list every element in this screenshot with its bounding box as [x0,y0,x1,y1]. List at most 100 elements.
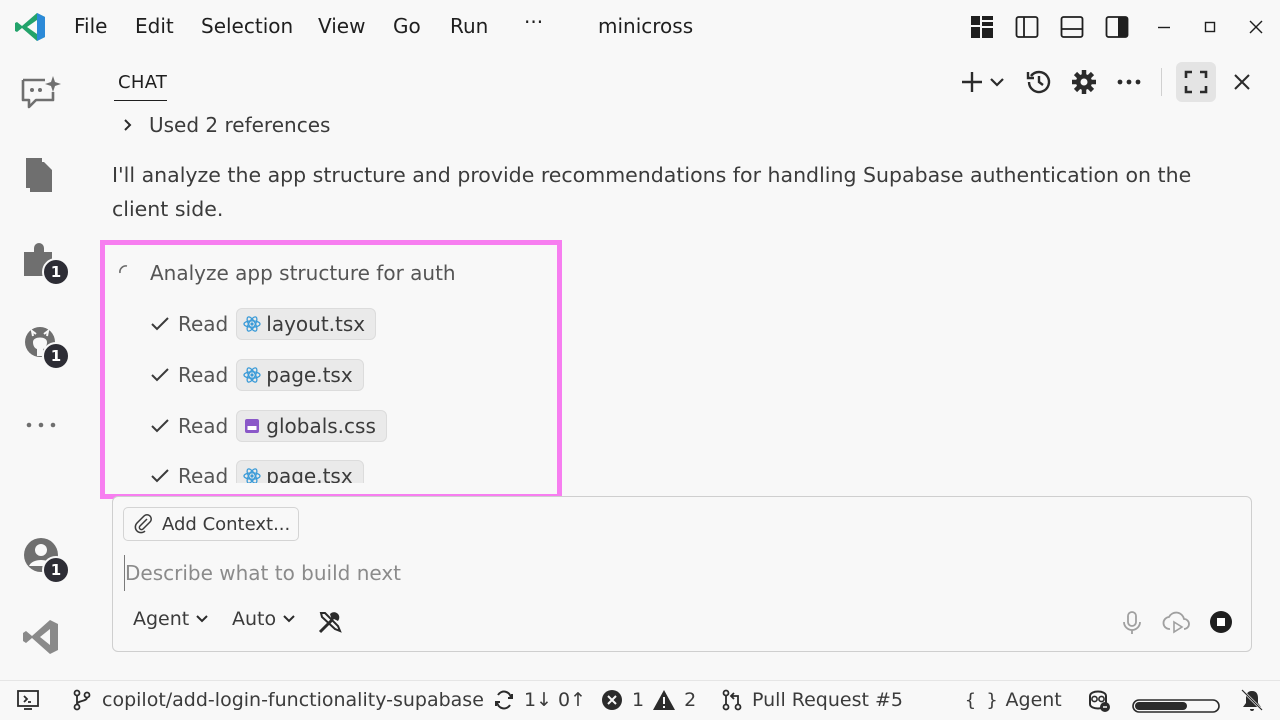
remote-indicator[interactable] [16,686,40,714]
mode-label: Agent [133,608,190,630]
microphone-icon[interactable] [1118,608,1146,636]
branch-indicator[interactable]: copilot/add-login-functionality-supabase [70,686,484,714]
error-icon [602,690,622,710]
menu-more[interactable]: ··· [524,10,543,34]
chat-prompt-input[interactable] [124,555,1224,591]
task-items: Read layout.tsx Read page.tsx Read globa… [105,245,557,483]
chevron-down-icon[interactable] [986,68,1008,96]
chevron-right-icon [124,119,132,131]
model-label: Auto [232,608,277,630]
stop-icon[interactable] [1207,608,1235,636]
task-item-verb: Read [178,414,229,438]
bell-icon [1241,689,1263,711]
problems-indicator[interactable]: 1 2 [600,686,696,714]
file-chip[interactable]: page.tsx [236,359,364,391]
close-chat-icon[interactable] [1228,68,1256,96]
toggle-panel-icon[interactable] [1060,15,1084,39]
references-toggle[interactable]: Used 2 references [120,113,330,137]
header-separator [1161,68,1162,96]
chevron-down-icon [283,615,295,623]
language-mode-indicator[interactable]: { } Agent [965,686,1062,714]
tab-chat[interactable]: CHAT [118,72,167,93]
menu-edit[interactable]: Edit [135,14,174,38]
github-badge: 1 [42,342,70,370]
menu-file[interactable]: File [74,14,107,38]
vscode-logo-icon [15,13,45,41]
task-item-verb: Read [178,363,229,387]
menu-selection[interactable]: Selection [201,14,293,38]
error-count: 1 [632,689,645,711]
notifications-indicator[interactable] [1240,686,1264,714]
pull-request-indicator[interactable]: Pull Request #5 [720,686,903,714]
account-badge: 1 [42,556,70,584]
task-item: Read page.tsx [150,359,364,391]
task-item-verb: Read [178,464,229,483]
model-picker[interactable]: Auto [232,608,296,630]
maximize-window-icon[interactable] [1198,15,1222,39]
references-label: Used 2 references [149,113,331,137]
check-icon [151,469,169,483]
assistant-reply: I'll analyze the app structure and provi… [112,163,1192,221]
new-chat-icon[interactable] [958,68,986,96]
task-item: Read page.tsx [150,460,364,483]
mode-picker[interactable]: Agent [133,608,209,630]
menu-view[interactable]: View [318,14,365,38]
sync-counts: 1↓ 0↑ [524,689,587,711]
react-file-icon [243,468,261,483]
cloud-send-icon[interactable] [1162,608,1190,636]
task-item: Read layout.tsx [150,308,377,340]
remote-icon [17,690,39,710]
file-name: page.tsx [266,464,353,483]
fullscreen-icon [1184,70,1208,94]
chevron-down-icon [196,615,208,623]
pull-request-label: Pull Request #5 [752,689,903,711]
check-icon [151,419,169,433]
language-mode-label: Agent [1005,689,1062,711]
file-chip[interactable]: layout.tsx [236,308,377,340]
add-context-label: Add Context... [162,513,291,535]
toggle-secondary-sidebar-icon[interactable] [1105,15,1129,39]
maximize-chat-button[interactable] [1176,62,1216,102]
task-item-verb: Read [178,312,229,336]
vscode-logo-icon [23,620,58,654]
customize-layout-icon[interactable] [970,15,994,39]
title-bar: File Edit Selection View Go Run ··· mini… [0,0,1280,54]
more-actions-icon[interactable] [1115,68,1143,96]
menu-go[interactable]: Go [393,14,421,38]
active-tab-indicator [114,100,167,101]
explorer-icon[interactable] [20,154,62,196]
activity-bar: 1 1 1 [0,54,84,680]
file-name: globals.css [266,414,376,438]
minimize-icon[interactable] [1152,15,1176,39]
file-chip[interactable]: globals.css [236,410,387,442]
sync-icon [495,690,513,710]
gear-icon[interactable] [1070,68,1098,96]
tools-icon[interactable] [316,608,344,636]
react-file-icon [243,367,261,383]
window-title: minicross [598,14,694,38]
file-chip[interactable]: page.tsx [236,460,364,483]
usage-meter[interactable] [1132,692,1222,720]
css-file-icon [245,419,260,433]
close-window-icon[interactable] [1244,15,1268,39]
task-item: Read globals.css [150,410,387,442]
history-icon[interactable] [1025,68,1053,96]
branch-name: copilot/add-login-functionality-supabase [102,689,484,711]
more-views-icon[interactable] [20,404,62,446]
copilot-indicator[interactable] [1084,686,1112,714]
file-name: layout.tsx [266,312,366,336]
warning-count: 2 [684,689,697,711]
check-icon [151,317,169,331]
usage-progress-bar [1132,699,1220,713]
git-branch-icon [73,689,91,711]
chat-sparkle-icon[interactable] [20,74,62,116]
warning-icon [653,690,676,710]
add-context-button[interactable]: Add Context... [123,507,300,541]
toggle-primary-sidebar-icon[interactable] [1015,15,1039,39]
paperclip-icon [134,514,152,534]
file-name: page.tsx [266,363,353,387]
sync-indicator[interactable]: 1↓ 0↑ [492,686,586,714]
react-file-icon [243,316,261,332]
pull-request-icon [722,689,742,711]
menu-run[interactable]: Run [450,14,488,38]
